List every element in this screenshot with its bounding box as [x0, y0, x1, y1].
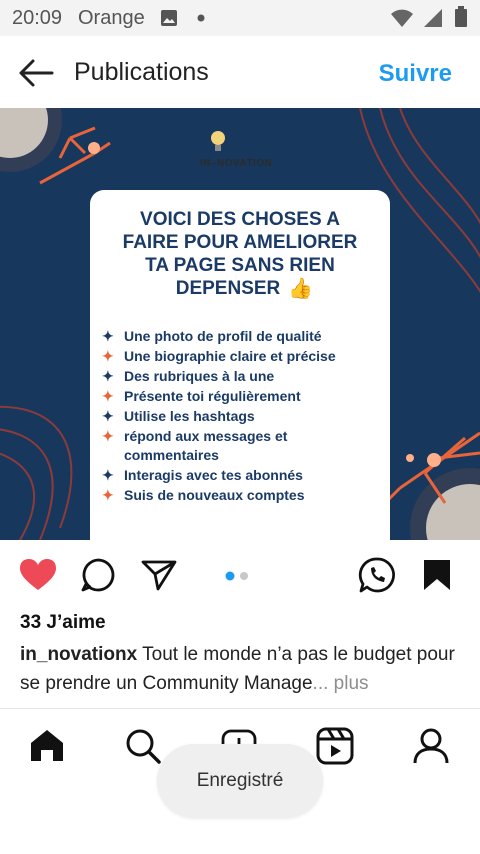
tip-item: ✦ Des rubriques à la une: [102, 368, 275, 384]
image-icon: [161, 10, 177, 26]
star-icon: ✦: [102, 408, 114, 424]
comment-icon[interactable]: [80, 557, 116, 593]
status-carrier: Orange: [78, 7, 145, 29]
bookmark-icon[interactable]: [422, 558, 452, 592]
lightbulb-icon: [211, 131, 225, 151]
card-title-line-1: VOICI DES CHOSES A: [140, 209, 340, 230]
tip-item: ✦ Suis de nouveaux comptes: [102, 487, 305, 503]
page-title: Publications: [74, 58, 209, 86]
star-icon: ✦: [102, 467, 114, 483]
caption-username[interactable]: in_novationx: [20, 644, 137, 665]
card-title-line-3: TA PAGE SANS RIEN: [145, 255, 335, 276]
notification-dot-icon: [197, 14, 205, 22]
signal-icon: [424, 9, 442, 27]
tip-item: ✦ répond aux messages et: [102, 428, 288, 444]
thumbs-up-emoji-icon: 👍: [288, 278, 313, 300]
post-actions: [0, 540, 480, 610]
tip-item: ✦ Utilise les hashtags: [102, 408, 255, 424]
saved-toast: Enregistré: [157, 744, 323, 818]
battery-icon: [455, 6, 467, 27]
tip-item-continuation: commentaires: [124, 447, 219, 463]
status-time: 20:09: [12, 7, 63, 29]
tip-item: ✦ Interagis avec tes abonnés: [102, 467, 303, 483]
card-title-line-2: FAIRE POUR AMELIORER: [122, 232, 358, 253]
brand-name: IN–NOVATION: [200, 158, 273, 169]
share-icon[interactable]: [140, 558, 178, 592]
star-icon: ✦: [102, 487, 114, 503]
back-arrow-icon[interactable]: [18, 58, 54, 88]
post-image[interactable]: IN–NOVATION VOICI DES CHOSES A FAIRE POU…: [0, 108, 480, 540]
tips-card: VOICI DES CHOSES A FAIRE POUR AMELIORER …: [90, 190, 390, 540]
header: Publications Suivre: [0, 36, 480, 108]
reels-icon[interactable]: [316, 727, 354, 765]
tip-item: ✦ Une photo de profil de qualité: [102, 328, 322, 344]
tip-item: ✦ Présente toi régulièrement: [102, 388, 301, 404]
card-title-line-4: DEPENSER: [175, 278, 281, 299]
profile-icon[interactable]: [412, 727, 450, 765]
status-bar: 20:09 Orange: [0, 0, 480, 36]
brand-logo: IN–NOVATION: [200, 130, 290, 176]
star-icon: ✦: [102, 348, 114, 364]
star-icon: ✦: [102, 368, 114, 384]
star-icon: ✦: [102, 388, 114, 404]
carousel-dots-icon: [225, 571, 248, 581]
heart-icon[interactable]: [18, 557, 58, 593]
tip-item: ✦ Une biographie claire et précise: [102, 348, 336, 364]
likes-count[interactable]: 33 J’aime: [20, 612, 106, 634]
star-icon: ✦: [102, 428, 114, 444]
follow-button[interactable]: Suivre: [379, 60, 452, 88]
whatsapp-icon[interactable]: [358, 556, 396, 594]
post-caption: in_novationx Tout le monde n’a pas le bu…: [20, 640, 470, 698]
star-icon: ✦: [102, 328, 114, 344]
home-icon[interactable]: [28, 727, 66, 763]
wifi-icon: [391, 9, 413, 27]
caption-more-link[interactable]: ... plus: [313, 673, 369, 694]
search-icon[interactable]: [124, 727, 162, 765]
